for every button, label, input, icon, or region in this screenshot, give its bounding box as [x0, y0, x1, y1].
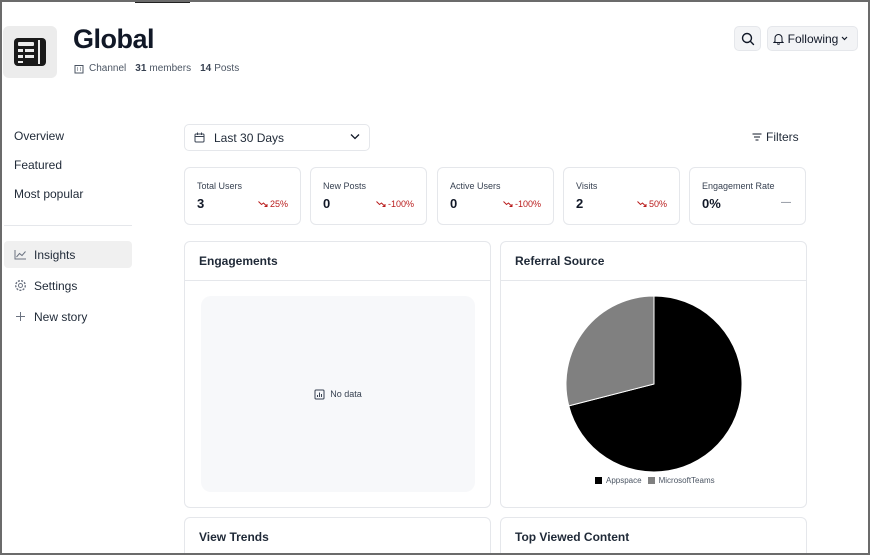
channel-meta: Channel 31 members 14 Posts: [74, 63, 239, 74]
stat-card-engagement-rate: Engagement Rate 0% —: [689, 167, 806, 225]
stat-card-new-posts: New Posts 0 -100%: [310, 167, 427, 225]
calendar-icon: [194, 132, 205, 143]
newspaper-icon: [14, 38, 46, 66]
bar-chart-icon: [314, 389, 325, 399]
filters-label: Filters: [766, 130, 799, 144]
stat-label: Visits: [576, 181, 598, 191]
sidebar-item-label: Insights: [34, 247, 76, 262]
gear-icon: [14, 279, 27, 292]
legend-label: Appspace: [606, 476, 642, 485]
chevron-down-icon: [350, 134, 360, 140]
posts-label: Posts: [214, 63, 240, 74]
trend-down-icon: [376, 201, 386, 207]
legend-swatch: [647, 477, 655, 484]
stat-trend: -100%: [503, 199, 541, 209]
channel-avatar: [3, 26, 57, 78]
sidebar-link-featured[interactable]: Featured: [14, 158, 62, 172]
panel-divider: [185, 280, 490, 281]
search-button[interactable]: [734, 26, 761, 51]
stat-value: 3: [197, 196, 205, 211]
stat-card-visits: Visits 2 50%: [563, 167, 680, 225]
stat-trend: 25%: [258, 199, 288, 209]
filters-button[interactable]: Filters: [752, 130, 799, 144]
stat-card-active-users: Active Users 0 -100%: [437, 167, 554, 225]
following-button[interactable]: Following: [767, 26, 858, 51]
sidebar-divider: [4, 225, 132, 226]
members-count: 31: [135, 63, 147, 74]
stat-trend: -100%: [376, 199, 414, 209]
sidebar-item-insights[interactable]: Insights: [4, 241, 132, 268]
posts-count: 14: [200, 63, 212, 74]
sidebar-link-most-popular[interactable]: Most popular: [14, 187, 83, 201]
engagements-panel: Engagements No data: [184, 241, 491, 508]
date-range-select[interactable]: Last 30 Days: [184, 124, 370, 151]
stat-value: 0: [450, 196, 458, 211]
plus-icon: [16, 312, 25, 321]
trend-down-icon: [503, 201, 513, 207]
panel-title: View Trends: [199, 530, 269, 544]
stat-label: Total Users: [197, 181, 243, 191]
referral-source-panel: Referral Source Appspace MicrosoftTeams: [500, 241, 807, 508]
top-viewed-content-panel: Top Viewed Content: [500, 517, 807, 555]
stat-label: New Posts: [323, 181, 367, 191]
members-label: members: [149, 63, 192, 74]
trend-down-icon: [258, 201, 268, 207]
top-tab-indicator: [135, 0, 190, 3]
sidebar-item-new-story[interactable]: New story: [4, 303, 132, 330]
panel-title: Top Viewed Content: [515, 530, 630, 544]
date-range-value: Last 30 Days: [214, 130, 285, 145]
empty-state: No data: [201, 296, 475, 492]
stat-label: Engagement Rate: [702, 181, 775, 191]
panel-title: Referral Source: [515, 254, 605, 268]
building-icon: [74, 64, 84, 73]
filter-lines-icon: [752, 133, 762, 141]
legend-label: MicrosoftTeams: [658, 476, 715, 485]
empty-state-text: No data: [330, 389, 362, 399]
stat-label: Active Users: [450, 181, 501, 191]
following-label: Following: [787, 31, 839, 46]
sidebar-link-overview[interactable]: Overview: [14, 129, 64, 143]
chart-legend: Appspace MicrosoftTeams: [595, 476, 721, 485]
stat-value: 0: [323, 196, 331, 211]
stat-trend: 50%: [637, 199, 667, 209]
sidebar-item-label: New story: [34, 309, 88, 324]
sidebar-item-label: Settings: [34, 278, 78, 293]
stat-value: 2: [576, 196, 584, 211]
bell-icon: [772, 33, 784, 45]
panel-title: Engagements: [199, 254, 278, 268]
chevron-down-icon: [841, 36, 848, 41]
view-trends-panel: View Trends: [184, 517, 491, 555]
stat-value: 0%: [702, 196, 721, 211]
legend-item: Appspace: [595, 476, 642, 485]
trend-down-icon: [637, 201, 647, 207]
legend-swatch: [595, 477, 602, 484]
channel-type: Channel: [89, 63, 127, 74]
chart-line-icon: [14, 250, 26, 260]
search-icon: [741, 32, 754, 45]
page-title: Global: [73, 24, 155, 54]
legend-item: MicrosoftTeams: [647, 476, 715, 485]
stat-card-total-users: Total Users 3 25%: [184, 167, 301, 225]
stat-trend-none: —: [781, 197, 791, 208]
sidebar-item-settings[interactable]: Settings: [4, 272, 132, 299]
